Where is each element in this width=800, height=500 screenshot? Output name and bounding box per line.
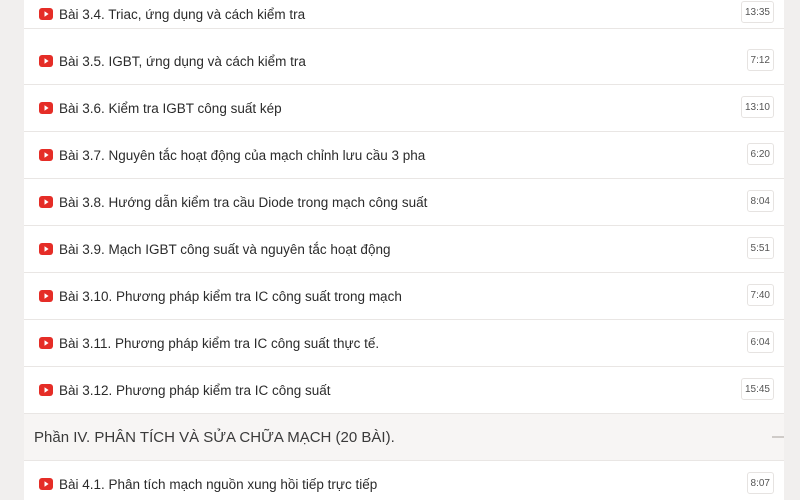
- lesson-duration: 13:10: [740, 96, 774, 118]
- youtube-icon: [39, 478, 53, 490]
- lesson-row[interactable]: Bài 3.11. Phương pháp kiểm tra IC công s…: [24, 320, 784, 367]
- lesson-duration: 8:07: [746, 472, 774, 494]
- lesson-duration: 8:04: [746, 190, 774, 212]
- lesson-title: Bài 3.6. Kiểm tra IGBT công suất kép: [59, 100, 282, 116]
- lesson-duration: 7:12: [746, 49, 774, 71]
- lesson-row[interactable]: Bài 3.8. Hướng dẫn kiểm tra cầu Diode tr…: [24, 179, 784, 226]
- lesson-title: Bài 4.1. Phân tích mạch nguồn xung hồi t…: [59, 476, 378, 492]
- youtube-icon: [39, 337, 53, 349]
- youtube-icon: [39, 55, 53, 67]
- lesson-row[interactable]: Bài 4.1. Phân tích mạch nguồn xung hồi t…: [24, 461, 784, 500]
- youtube-icon: [39, 8, 53, 20]
- lesson-row[interactable]: Bài 3.4. Triac, ứng dụng và cách kiểm tr…: [24, 0, 784, 29]
- lesson-title: Bài 3.7. Nguyên tắc hoạt động của mạch c…: [59, 147, 426, 163]
- youtube-icon: [39, 149, 53, 161]
- lesson-row[interactable]: Bài 3.9. Mạch IGBT công suất và nguyên t…: [24, 226, 784, 273]
- lesson-title: Bài 3.10. Phương pháp kiểm tra IC công s…: [59, 288, 402, 304]
- section-header[interactable]: Phần IV. PHÂN TÍCH VÀ SỬA CHỮA MẠCH (20 …: [24, 414, 784, 461]
- lesson-duration: 15:45: [740, 378, 774, 400]
- youtube-icon: [39, 384, 53, 396]
- lesson-duration: 6:20: [746, 143, 774, 165]
- youtube-icon: [39, 243, 53, 255]
- lesson-duration: 7:40: [746, 284, 774, 306]
- lesson-duration: 5:51: [746, 237, 774, 259]
- lesson-title: Bài 3.5. IGBT, ứng dụng và cách kiểm tra: [59, 53, 306, 69]
- lesson-row[interactable]: Bài 3.6. Kiểm tra IGBT công suất kép 13:…: [24, 85, 784, 132]
- lesson-title: Bài 3.11. Phương pháp kiểm tra IC công s…: [59, 335, 380, 351]
- lesson-row[interactable]: Bài 3.10. Phương pháp kiểm tra IC công s…: [24, 273, 784, 320]
- youtube-icon: [39, 102, 53, 114]
- lesson-title: Bài 3.8. Hướng dẫn kiểm tra cầu Diode tr…: [59, 194, 428, 210]
- section-title: Phần IV. PHÂN TÍCH VÀ SỬA CHỮA MẠCH (20 …: [34, 428, 395, 446]
- lesson-duration: 6:04: [746, 331, 774, 353]
- lesson-title: Bài 3.9. Mạch IGBT công suất và nguyên t…: [59, 241, 391, 257]
- youtube-icon: [39, 196, 53, 208]
- youtube-icon: [39, 290, 53, 302]
- lesson-row[interactable]: Bài 3.5. IGBT, ứng dụng và cách kiểm tra…: [24, 38, 784, 85]
- course-curriculum-panel: Bài 3.4. Triac, ứng dụng và cách kiểm tr…: [24, 0, 784, 500]
- lesson-title: Bài 3.4. Triac, ứng dụng và cách kiểm tr…: [59, 6, 306, 22]
- lesson-row[interactable]: Bài 3.12. Phương pháp kiểm tra IC công s…: [24, 367, 784, 414]
- lesson-row[interactable]: Bài 3.7. Nguyên tắc hoạt động của mạch c…: [24, 132, 784, 179]
- collapse-icon[interactable]: [772, 436, 784, 438]
- lesson-title: Bài 3.12. Phương pháp kiểm tra IC công s…: [59, 382, 331, 398]
- lesson-duration: 13:35: [740, 1, 774, 23]
